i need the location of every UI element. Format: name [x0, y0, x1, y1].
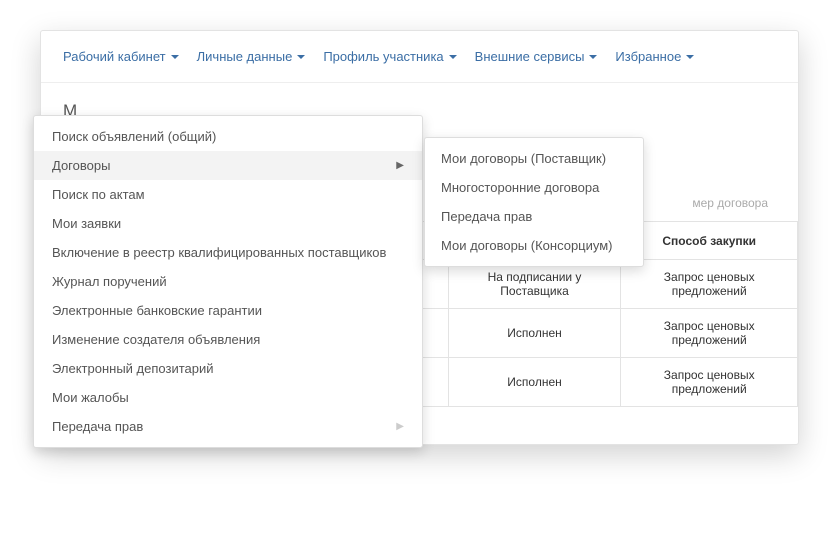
- nav-personal-data[interactable]: Личные данные: [197, 49, 306, 64]
- cell-purchase-method: Запрос ценовых предложений: [621, 358, 798, 407]
- search-input[interactable]: мер договора: [692, 196, 768, 210]
- submenu-my-contracts-supplier[interactable]: Мои договоры (Поставщик): [425, 144, 643, 173]
- cell-purchase-method: Запрос ценовых предложений: [621, 260, 798, 309]
- menu-item-bank-guarantees[interactable]: Электронные банковские гарантии: [34, 296, 422, 325]
- menu-item-qualified-suppliers[interactable]: Включение в реестр квалифицированных пос…: [34, 238, 422, 267]
- chevron-down-icon: [589, 55, 597, 59]
- chevron-down-icon: [449, 55, 457, 59]
- nav-label: Профиль участника: [323, 49, 443, 64]
- menu-item-complaints[interactable]: Мои жалобы: [34, 383, 422, 412]
- cell-purchase-method: Запрос ценовых предложений: [621, 309, 798, 358]
- menu-item-search-announcements[interactable]: Поиск объявлений (общий): [34, 122, 422, 151]
- chevron-down-icon: [686, 55, 694, 59]
- chevron-right-icon: ▶: [396, 160, 404, 171]
- menu-item-change-creator[interactable]: Изменение создателя объявления: [34, 325, 422, 354]
- nav-label: Избранное: [615, 49, 681, 64]
- nav-favorites[interactable]: Избранное: [615, 49, 694, 64]
- nav-label: Личные данные: [197, 49, 293, 64]
- chevron-down-icon: [171, 55, 179, 59]
- menu-item-my-applications[interactable]: Мои заявки: [34, 209, 422, 238]
- work-cabinet-dropdown: Поиск объявлений (общий) Договоры ▶ Поис…: [33, 115, 423, 448]
- submenu-multilateral-contracts[interactable]: Многосторонние договора: [425, 173, 643, 202]
- menu-item-rights-transfer[interactable]: Передача прав ▶: [34, 412, 422, 441]
- nav-label: Рабочий кабинет: [63, 49, 166, 64]
- top-nav: Рабочий кабинет Личные данные Профиль уч…: [41, 31, 798, 83]
- nav-external-services[interactable]: Внешние сервисы: [475, 49, 598, 64]
- chevron-right-icon: ▶: [396, 421, 404, 432]
- nav-participant-profile[interactable]: Профиль участника: [323, 49, 456, 64]
- menu-item-contracts[interactable]: Договоры ▶: [34, 151, 422, 180]
- nav-work-cabinet[interactable]: Рабочий кабинет: [63, 49, 179, 64]
- cell-contract-status: Исполнен: [448, 309, 621, 358]
- cell-contract-status: Исполнен: [448, 358, 621, 407]
- nav-label: Внешние сервисы: [475, 49, 585, 64]
- contracts-submenu: Мои договоры (Поставщик) Многосторонние …: [424, 137, 644, 267]
- menu-item-depositary[interactable]: Электронный депозитарий: [34, 354, 422, 383]
- chevron-down-icon: [297, 55, 305, 59]
- submenu-my-contracts-consortium[interactable]: Мои договоры (Консорциум): [425, 231, 643, 260]
- menu-item-orders-journal[interactable]: Журнал поручений: [34, 267, 422, 296]
- menu-item-search-acts[interactable]: Поиск по актам: [34, 180, 422, 209]
- submenu-rights-transfer[interactable]: Передача прав: [425, 202, 643, 231]
- header-purchase-method: Способ закупки: [621, 222, 798, 260]
